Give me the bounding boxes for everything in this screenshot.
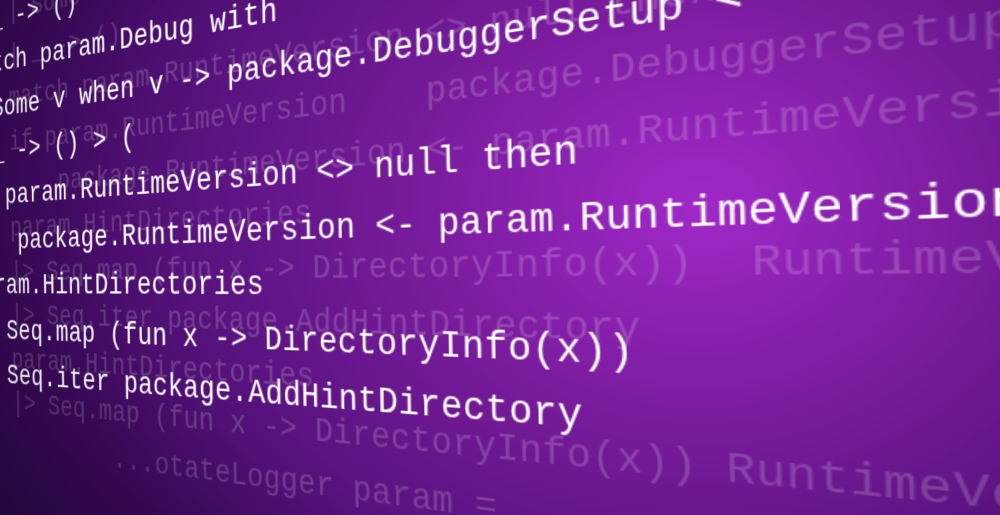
code-hero-image: match p... | Some v when v -> package.Sh… <box>0 0 1000 515</box>
